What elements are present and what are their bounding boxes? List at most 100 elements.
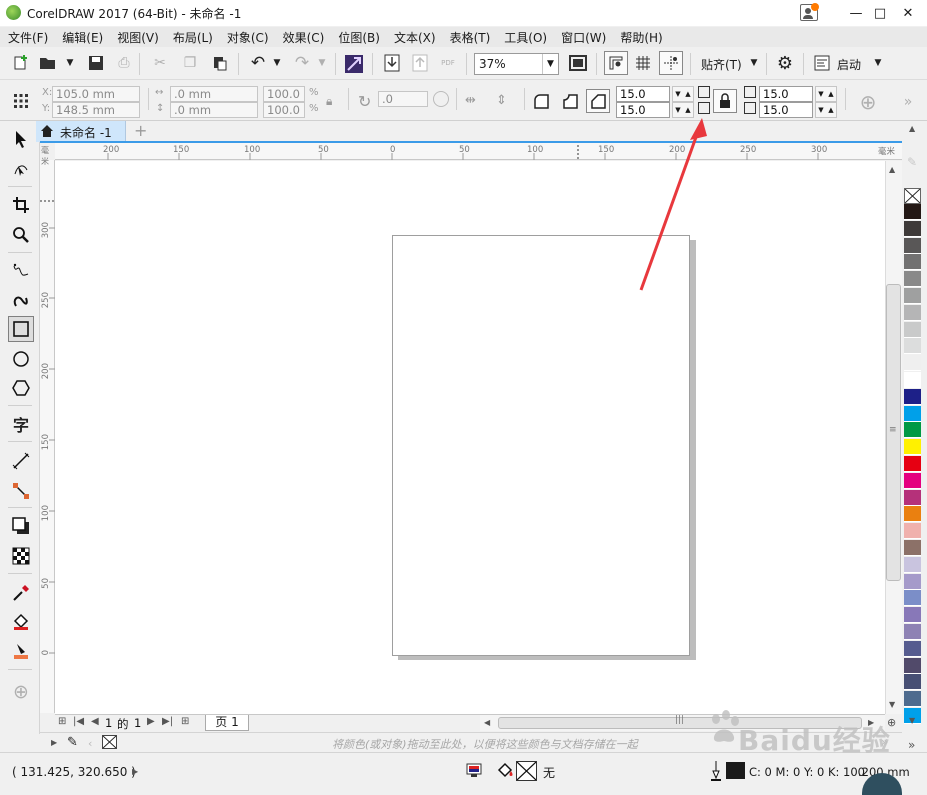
palette-swatch[interactable]: [904, 304, 921, 321]
pick-tool-icon[interactable]: [8, 126, 34, 152]
menu-edit[interactable]: 编辑(E): [62, 29, 103, 46]
menu-view[interactable]: 视图(V): [117, 29, 159, 46]
show-guidelines-icon[interactable]: [659, 51, 683, 75]
palette-swatch[interactable]: [904, 506, 921, 523]
snap-to-dropdown[interactable]: 贴齐(T): [701, 56, 742, 73]
width-field[interactable]: .0 mm: [170, 86, 258, 102]
document-tab[interactable]: 未命名 -1: [36, 121, 126, 142]
x-position-field[interactable]: 105.0 mm: [52, 86, 140, 102]
palette-swatch[interactable]: [904, 271, 921, 288]
outline-pen-icon[interactable]: [709, 760, 723, 782]
launch-dropdown[interactable]: 启动: [837, 56, 861, 73]
add-icon[interactable]: ⊕: [856, 90, 880, 114]
drop-shadow-tool-icon[interactable]: [8, 513, 34, 539]
gear-icon[interactable]: ⚙: [773, 51, 797, 75]
connector-tool-icon[interactable]: [8, 478, 34, 504]
corner-tr-spinner[interactable]: ▼ ▲: [815, 86, 837, 102]
new-tab-plus-icon[interactable]: +: [134, 121, 147, 140]
color-proof-icon[interactable]: [466, 762, 482, 778]
object-origin-icon[interactable]: [9, 89, 33, 113]
text-tool-icon[interactable]: 字: [8, 411, 34, 437]
scale-x-field[interactable]: 100.0: [263, 86, 305, 102]
ruler-origin-corner[interactable]: 毫米: [40, 143, 55, 166]
menu-tools[interactable]: 工具(O): [504, 29, 547, 46]
save-icon[interactable]: [84, 51, 108, 75]
previous-page-icon[interactable]: ◀: [91, 716, 99, 727]
new-document-icon[interactable]: [9, 51, 33, 75]
scale-y-field[interactable]: 100.0: [263, 102, 305, 118]
menu-text[interactable]: 文本(X): [394, 29, 436, 46]
corner-radius-bottom-left-field[interactable]: 15.0 mm: [616, 102, 670, 131]
first-page-icon[interactable]: |◀: [73, 716, 84, 727]
palette-swatch[interactable]: [904, 624, 921, 640]
palette-swatch[interactable]: [904, 640, 921, 657]
document-palette-menu-icon[interactable]: ▶: [51, 738, 57, 747]
palette-expand-icon[interactable]: »: [908, 738, 915, 752]
menu-object[interactable]: 对象(C): [227, 29, 269, 46]
y-position-field[interactable]: 148.5 mm: [52, 102, 140, 118]
polygon-tool-icon[interactable]: [8, 375, 34, 401]
zoom-tool-icon[interactable]: [8, 222, 34, 248]
rectangle-tool-icon[interactable]: [8, 316, 34, 342]
show-rulers-icon[interactable]: [604, 51, 628, 75]
home-icon[interactable]: [40, 124, 54, 138]
palette-eyedropper-icon[interactable]: ✎: [907, 155, 917, 169]
close-button[interactable]: ✕: [890, 0, 926, 26]
status-menu-arrow-icon[interactable]: ▶: [132, 767, 138, 776]
corner-radius-bottom-right-field[interactable]: 15.0 mm: [759, 102, 813, 131]
open-folder-icon[interactable]: [36, 51, 60, 75]
edit-corners-together-lock-icon[interactable]: [713, 89, 737, 113]
palette-swatch[interactable]: [904, 590, 921, 607]
palette-swatch[interactable]: [904, 489, 921, 506]
height-field[interactable]: .0 mm: [170, 102, 258, 118]
document-palette-eyedropper-icon[interactable]: ✎: [67, 735, 78, 750]
menu-help[interactable]: 帮助(H): [620, 29, 662, 46]
palette-swatch[interactable]: [904, 456, 921, 472]
next-page-icon[interactable]: ▶: [147, 716, 155, 727]
corner-tl-spinner[interactable]: ▼ ▲: [672, 86, 694, 102]
palette-swatch[interactable]: [904, 321, 921, 338]
palette-swatch[interactable]: [904, 220, 921, 237]
palette-swatch[interactable]: [904, 237, 921, 254]
scroll-left-arrow-icon[interactable]: ◀: [484, 718, 490, 727]
search-content-icon[interactable]: [342, 52, 366, 76]
palette-swatch[interactable]: [904, 573, 921, 590]
palette-swatch[interactable]: [904, 204, 921, 220]
scallop-corner-icon[interactable]: [558, 89, 582, 113]
full-screen-icon[interactable]: [566, 51, 590, 75]
palette-swatch[interactable]: [904, 254, 921, 271]
add-page-after-icon[interactable]: ⊞: [181, 716, 189, 727]
corner-radius-top-right-field[interactable]: 15.0 mm: [759, 86, 813, 115]
ellipse-tool-icon[interactable]: [8, 346, 34, 372]
show-grid-icon[interactable]: [631, 51, 655, 75]
palette-swatch[interactable]: [904, 674, 921, 691]
rotation-dial-icon[interactable]: [433, 91, 449, 107]
palette-swatch[interactable]: [904, 338, 921, 355]
menu-layout[interactable]: 布局(L): [173, 29, 213, 46]
palette-swatch[interactable]: [904, 523, 921, 540]
page-tab[interactable]: 页 1: [205, 715, 249, 731]
artistic-media-tool-icon[interactable]: [8, 287, 34, 313]
color-eyedropper-tool-icon[interactable]: [8, 580, 34, 606]
shape-tool-icon[interactable]: [8, 156, 34, 182]
parallel-dimension-tool-icon[interactable]: [8, 448, 34, 474]
document-palette-left-icon[interactable]: ‹: [88, 737, 92, 750]
chevron-down-icon[interactable]: ▼: [542, 54, 558, 74]
undo-dropdown-icon[interactable]: ▼: [265, 51, 289, 75]
menu-effects[interactable]: 效果(C): [283, 29, 325, 46]
palette-scroll-down-icon[interactable]: ▼: [909, 716, 915, 725]
chevron-down-icon[interactable]: ▼: [866, 51, 890, 75]
palette-swatch[interactable]: [904, 607, 921, 624]
smart-fill-tool-icon[interactable]: [8, 638, 34, 664]
lock-ratio-icon[interactable]: 🔒︎: [326, 94, 332, 109]
palette-swatch[interactable]: [904, 405, 921, 422]
zoom-level-select[interactable]: 37% ▼: [474, 53, 559, 75]
corner-radius-top-left-field[interactable]: 15.0 mm: [616, 86, 670, 115]
menu-bitmaps[interactable]: 位图(B): [338, 29, 380, 46]
palette-swatch[interactable]: [904, 439, 921, 456]
corner-br-spinner[interactable]: ▼ ▲: [815, 102, 837, 118]
interactive-fill-tool-icon[interactable]: [8, 609, 34, 635]
crop-tool-icon[interactable]: [8, 192, 34, 218]
fill-bucket-icon[interactable]: [497, 762, 515, 780]
paste-icon[interactable]: [208, 51, 232, 75]
